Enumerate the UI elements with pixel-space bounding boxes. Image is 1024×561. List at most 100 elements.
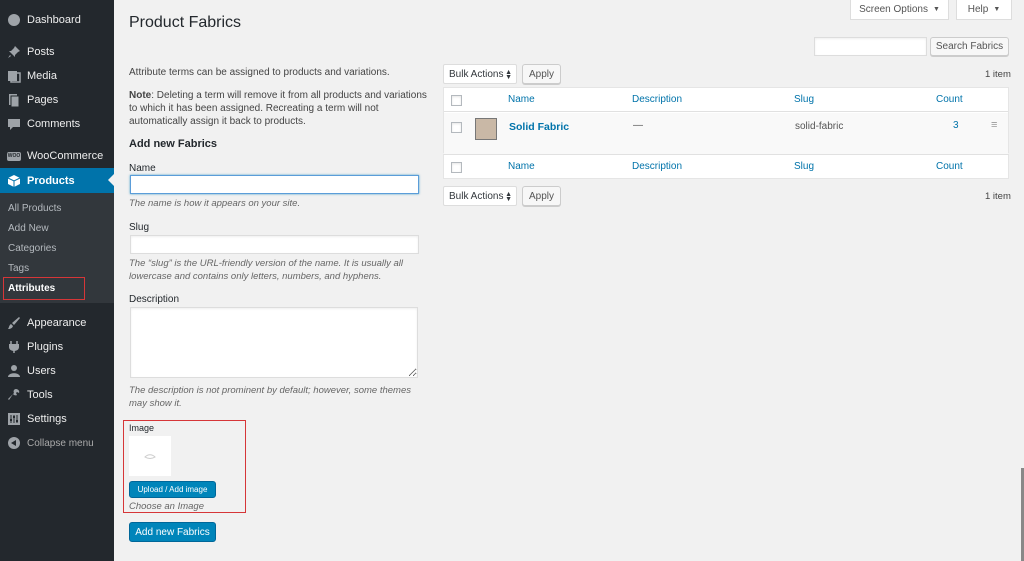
- menu-woocommerce[interactable]: WOO WooCommerce: [0, 144, 114, 168]
- image-label: Image: [129, 423, 155, 433]
- submenu-all-products[interactable]: All Products: [8, 203, 61, 214]
- menu-plugins[interactable]: Plugins: [0, 335, 114, 359]
- image-placeholder-icon: [144, 454, 156, 459]
- menu-appearance[interactable]: Appearance: [0, 311, 114, 335]
- term-description: —: [633, 120, 643, 131]
- description-help: The description is not prominent by defa…: [129, 385, 411, 409]
- screen-options-button[interactable]: Screen Options ▼: [850, 0, 949, 20]
- menu-settings[interactable]: Settings: [0, 407, 114, 431]
- column-description[interactable]: Description: [632, 94, 682, 105]
- column-description-footer[interactable]: Description: [632, 161, 682, 172]
- comment-icon: [7, 117, 21, 131]
- bulk-actions-select-top[interactable]: Bulk Actions ▲ ▼: [443, 64, 517, 84]
- drag-handle-icon[interactable]: ≡: [991, 119, 997, 131]
- apply-button-bottom[interactable]: Apply: [522, 186, 561, 206]
- menu-label: Users: [27, 365, 56, 377]
- term-count-link[interactable]: 3: [953, 120, 959, 131]
- highlight-attributes: [3, 277, 85, 300]
- woocommerce-icon: WOO: [7, 152, 21, 161]
- brush-icon: [7, 316, 21, 330]
- settings-icon: [7, 412, 21, 426]
- select-arrows-icon: ▲ ▼: [505, 191, 512, 203]
- column-slug[interactable]: Slug: [794, 94, 814, 105]
- search-input[interactable]: [814, 37, 927, 56]
- search-button[interactable]: Search Fabrics: [930, 37, 1009, 56]
- bulk-actions-select-bottom[interactable]: Bulk Actions ▲ ▼: [443, 186, 517, 206]
- caret-down-icon: ▼: [993, 6, 1001, 13]
- menu-label: Plugins: [27, 341, 64, 353]
- menu-label: Dashboard: [27, 14, 81, 26]
- upload-image-button[interactable]: Upload / Add image: [129, 481, 216, 498]
- help-button[interactable]: Help ▼: [956, 0, 1012, 20]
- submenu-add-new[interactable]: Add New: [8, 223, 49, 234]
- plugin-icon: [7, 340, 21, 354]
- page-title: Product Fabrics: [129, 14, 242, 31]
- note-text: Note: Deleting a term will remove it fro…: [129, 89, 434, 128]
- menu-label: Media: [27, 70, 57, 82]
- column-name-footer[interactable]: Name: [508, 161, 535, 172]
- note-body: : Deleting a term will remove it from al…: [129, 90, 427, 127]
- name-label: Name: [129, 163, 156, 174]
- menu-comments[interactable]: Comments: [0, 112, 114, 136]
- pin-icon: [7, 45, 21, 59]
- add-new-fabrics-button[interactable]: Add new Fabrics: [129, 522, 216, 542]
- menu-label: Settings: [27, 413, 67, 425]
- table-footer: Name Description Slug Count: [443, 154, 1009, 179]
- bulk-actions-label: Bulk Actions: [449, 68, 504, 80]
- menu-label: Posts: [27, 46, 55, 58]
- menu-label: Comments: [27, 118, 81, 130]
- menu-dashboard[interactable]: Dashboard: [0, 8, 114, 32]
- pages-icon: [7, 93, 21, 108]
- menu-products[interactable]: Products: [0, 168, 114, 193]
- menu-label: WooCommerce: [27, 150, 104, 162]
- menu-label: Appearance: [27, 317, 87, 329]
- table-header: Name Description Slug Count: [444, 88, 1008, 112]
- name-input[interactable]: [130, 175, 419, 194]
- column-count-footer[interactable]: Count: [936, 161, 963, 172]
- term-slug: solid-fabric: [795, 121, 844, 132]
- item-count-bottom: 1 item: [985, 191, 1011, 202]
- name-help: The name is how it appears on your site.: [129, 198, 301, 209]
- term-name-link[interactable]: Solid Fabric: [509, 121, 569, 133]
- intro-text: Attribute terms can be assigned to produ…: [129, 67, 390, 78]
- description-textarea[interactable]: [130, 307, 418, 378]
- caret-down-icon: ▼: [933, 6, 940, 13]
- apply-button-top[interactable]: Apply: [522, 64, 561, 84]
- image-help: Choose an Image: [129, 501, 204, 512]
- help-label: Help: [967, 4, 989, 15]
- item-count-top: 1 item: [985, 69, 1011, 80]
- slug-input[interactable]: [130, 235, 419, 254]
- menu-users[interactable]: Users: [0, 359, 114, 383]
- screen-options-label: Screen Options: [859, 4, 928, 15]
- slug-help: The “slug” is the URL-friendly version o…: [129, 258, 404, 282]
- menu-media[interactable]: Media: [0, 64, 114, 88]
- row-checkbox[interactable]: [451, 122, 462, 133]
- submenu-categories[interactable]: Categories: [8, 243, 56, 254]
- collapse-menu-button[interactable]: Collapse menu: [0, 431, 114, 455]
- wrench-icon: [7, 388, 21, 402]
- menu-label: Tools: [27, 389, 53, 401]
- column-slug-footer[interactable]: Slug: [794, 161, 814, 172]
- description-label: Description: [129, 294, 180, 305]
- note-label: Note: [129, 90, 152, 101]
- menu-label: Products: [27, 174, 75, 187]
- swatch-thumbnail: [475, 118, 497, 140]
- menu-tools[interactable]: Tools: [0, 383, 114, 407]
- column-count[interactable]: Count: [936, 94, 963, 105]
- select-all-checkbox-footer[interactable]: [451, 162, 462, 173]
- image-placeholder: [129, 436, 171, 476]
- select-all-checkbox[interactable]: [451, 95, 462, 106]
- dashboard-icon: [7, 13, 21, 27]
- form-heading: Add new Fabrics: [129, 138, 218, 150]
- user-icon: [7, 364, 21, 378]
- admin-sidebar: Dashboard Posts Media Pages Comments WOO…: [0, 0, 114, 561]
- bulk-actions-label: Bulk Actions: [449, 190, 504, 202]
- menu-pages[interactable]: Pages: [0, 88, 114, 112]
- media-icon: [7, 69, 21, 83]
- slug-label: Slug: [129, 222, 150, 233]
- terms-table: Name Description Slug Count Solid Fabric…: [443, 87, 1009, 154]
- products-icon: [7, 174, 21, 188]
- submenu-tags[interactable]: Tags: [8, 263, 29, 274]
- menu-posts[interactable]: Posts: [0, 40, 114, 64]
- column-name[interactable]: Name: [508, 94, 535, 105]
